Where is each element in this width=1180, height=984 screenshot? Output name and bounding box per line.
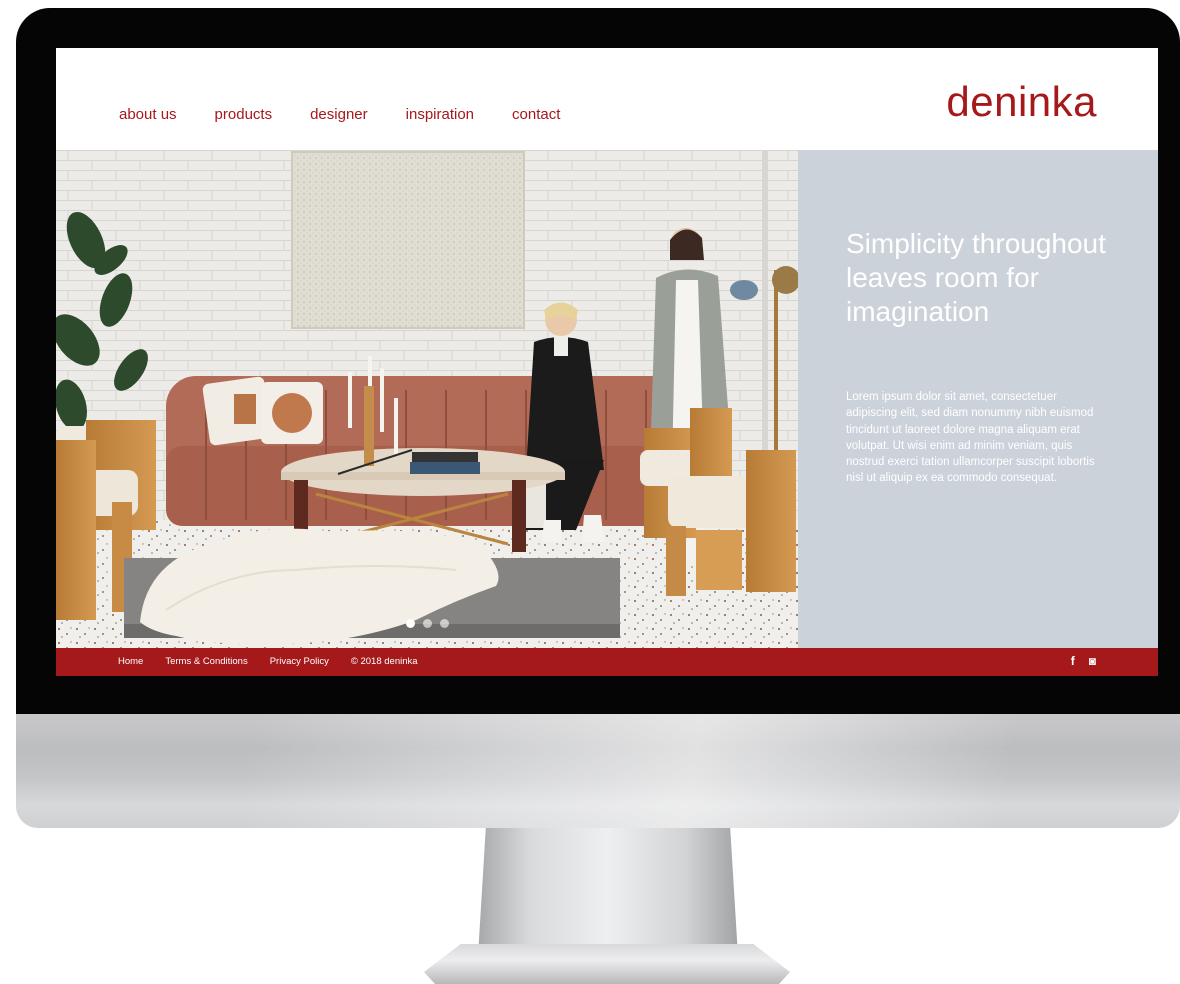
instagram-icon[interactable]: ◙ <box>1089 654 1096 668</box>
nav-inspiration[interactable]: inspiration <box>406 104 474 126</box>
hero-text-panel: Simplicity throughout leaves room for im… <box>798 150 1158 648</box>
monitor-chin <box>16 714 1180 828</box>
footer-link-home[interactable]: Home <box>118 656 143 668</box>
main-nav: about us products designer inspiration c… <box>119 104 598 126</box>
living-room-photo <box>56 150 798 648</box>
site-footer: Home Terms & Conditions Privacy Policy ©… <box>56 648 1158 676</box>
nav-products[interactable]: products <box>215 104 273 126</box>
imac-mockup: about us products designer inspiration c… <box>0 0 1180 984</box>
nav-designer[interactable]: designer <box>310 104 368 126</box>
facebook-icon[interactable]: f <box>1071 654 1075 668</box>
social-links: f ◙ <box>1071 654 1096 668</box>
nav-about-us[interactable]: about us <box>119 104 177 126</box>
carousel-dot-1[interactable] <box>406 619 415 628</box>
monitor-stand <box>478 828 738 956</box>
footer-links: Home Terms & Conditions Privacy Policy ©… <box>118 656 440 668</box>
footer-copyright: © 2018 deninka <box>350 656 418 667</box>
hero-body-text: Lorem ipsum dolor sit amet, consectetuer… <box>846 391 1095 485</box>
carousel-dot-2[interactable] <box>423 619 432 628</box>
carousel-dots <box>406 619 449 628</box>
footer-link-terms[interactable]: Terms & Conditions <box>165 656 247 668</box>
footer-link-privacy[interactable]: Privacy Policy <box>270 656 329 668</box>
nav-contact[interactable]: contact <box>512 104 560 126</box>
hero-photo <box>56 150 798 648</box>
monitor-stand-base <box>424 944 790 984</box>
hero-headline: Simplicity throughout leaves room for im… <box>846 228 1106 327</box>
site-logo[interactable]: deninka <box>946 76 1097 128</box>
carousel-dot-3[interactable] <box>440 619 449 628</box>
site-header: about us products designer inspiration c… <box>56 48 1158 150</box>
hero-section: Simplicity throughout leaves room for im… <box>56 150 1158 648</box>
website-screen: about us products designer inspiration c… <box>56 48 1158 676</box>
